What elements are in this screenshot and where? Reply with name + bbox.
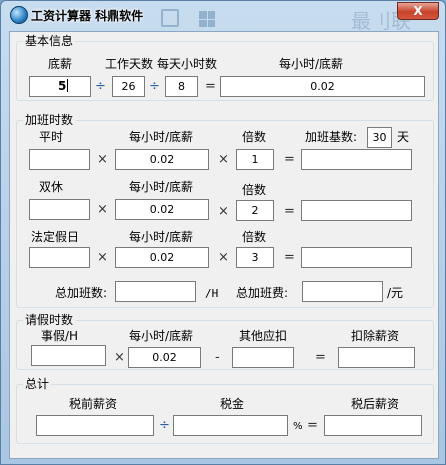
overtime-hours-input-holiday[interactable] (29, 247, 90, 268)
background-grid-icon (199, 11, 215, 27)
leave-hourly-label: 每小时/底薪 (129, 329, 194, 343)
overtime-row-hourly-label: 每小时/底薪 (129, 230, 194, 244)
divide-sign: ÷ (159, 418, 170, 433)
leave-title: 请假时数 (23, 312, 76, 328)
overtime-hours-input-regular[interactable] (29, 149, 90, 170)
close-button[interactable]: X (397, 2, 439, 20)
overtime-hourly-input-weekend[interactable]: 0.02 (115, 199, 209, 220)
deduct-salary-label: 扣除薪资 (351, 329, 400, 343)
overtime-hourly-input-holiday[interactable]: 0.02 (115, 247, 209, 268)
equals-sign: = (284, 204, 295, 219)
overtime-hourly-input-regular[interactable]: 0.02 (115, 149, 209, 170)
text-cursor (67, 79, 69, 92)
app-icon (10, 6, 28, 24)
times-sign: × (218, 250, 229, 265)
times-sign: × (97, 152, 108, 167)
times-sign: × (97, 250, 108, 265)
overtime-row-hourly-label: 每小时/底薪 (129, 180, 194, 194)
base-salary-label: 底薪 (48, 57, 73, 71)
divide-sign-2: ÷ (149, 79, 160, 94)
minus-sign: - (215, 350, 220, 365)
overtime-row-label-weekend: 双休 (39, 180, 64, 194)
equals-sign: = (307, 418, 318, 433)
equals-sign: = (284, 250, 295, 265)
times-sign: × (114, 350, 125, 365)
work-days-input[interactable]: 26 (112, 76, 145, 97)
tax-input[interactable] (173, 415, 288, 436)
overtime-result-weekend[interactable] (301, 200, 412, 221)
overtime-row-label-regular: 平时 (39, 130, 64, 144)
leave-hours-label: 事假/H (41, 329, 79, 343)
aftertax-salary-label: 税后薪资 (351, 397, 400, 411)
base-salary-input[interactable]: 5 (29, 76, 91, 97)
percent-sign: % (293, 421, 303, 432)
overtime-result-regular[interactable] (301, 149, 412, 170)
background-document-icon (161, 9, 179, 27)
total-overtime-hours-unit: /H (205, 287, 219, 300)
overtime-row-hourly-label: 每小时/底薪 (129, 130, 194, 144)
equals-sign: = (315, 350, 326, 365)
overtime-group: 加班时数 加班基数: 30 天 平时 每小时/底薪 倍数 × 0.02 × 1 … (16, 112, 434, 308)
pretax-salary-label: 税前薪资 (69, 397, 118, 411)
daily-hours-label: 每天小时数 (157, 57, 218, 71)
pretax-salary-output[interactable] (36, 415, 154, 436)
tax-label: 税金 (220, 397, 245, 411)
total-overtime-fee-unit: /元 (387, 286, 404, 300)
main-panel: 基本信息 底薪 5 ÷ 工作天数 26 ÷ 每天小时数 8 = 每小时/底薪 0… (9, 31, 439, 459)
hourly-rate-output[interactable]: 0.02 (220, 76, 425, 97)
overtime-row-mult-label: 倍数 (242, 230, 267, 244)
total-overtime-fee-label: 总加班费: (236, 286, 289, 300)
times-sign: × (218, 152, 229, 167)
total-title: 总计 (23, 376, 52, 392)
overtime-base-label: 加班基数: (305, 130, 358, 144)
hourly-rate-label: 每小时/底薪 (279, 57, 344, 71)
work-days-label: 工作天数 (105, 57, 154, 71)
title-bar[interactable]: 工资计算器 科鼎软件 最刂联 X (1, 1, 445, 33)
other-deduction-input[interactable] (232, 347, 294, 368)
aftertax-salary-output[interactable] (324, 415, 422, 436)
app-window: 工资计算器 科鼎软件 最刂联 X 基本信息 底薪 5 ÷ 工作天数 26 ÷ 每… (0, 0, 446, 465)
total-overtime-hours-output[interactable] (115, 281, 196, 302)
times-sign: × (97, 202, 108, 217)
deduct-salary-output[interactable] (338, 347, 415, 368)
daily-hours-input[interactable]: 8 (165, 76, 198, 97)
leave-hourly-input[interactable]: 0.02 (128, 347, 201, 368)
overtime-base-unit: 天 (397, 130, 410, 144)
total-overtime-fee-output[interactable] (302, 281, 383, 302)
window-title: 工资计算器 科鼎软件 (31, 9, 144, 23)
overtime-hours-input-weekend[interactable] (29, 199, 90, 220)
overtime-row-mult-label: 倍数 (242, 130, 267, 144)
overtime-row-label-holiday: 法定假日 (31, 230, 80, 244)
equals-sign: = (205, 79, 216, 94)
basic-info-title: 基本信息 (23, 33, 76, 49)
overtime-mult-input-holiday[interactable]: 3 (236, 247, 274, 268)
total-group: 总计 税前薪资 ÷ 税金 % = 税后薪资 (16, 376, 434, 444)
overtime-title: 加班时数 (23, 112, 76, 128)
times-sign: × (218, 204, 229, 219)
divide-sign-1: ÷ (95, 79, 106, 94)
other-deduction-label: 其他应扣 (239, 329, 288, 343)
leave-hours-input[interactable] (31, 345, 106, 366)
overtime-mult-input-weekend[interactable]: 2 (236, 200, 274, 221)
overtime-base-input[interactable]: 30 (367, 127, 392, 148)
equals-sign: = (284, 152, 295, 167)
overtime-row-mult-label: 倍数 (242, 183, 267, 197)
basic-info-group: 基本信息 底薪 5 ÷ 工作天数 26 ÷ 每天小时数 8 = 每小时/底薪 0… (16, 33, 434, 101)
base-salary-value: 5 (58, 79, 67, 93)
overtime-mult-input-regular[interactable]: 1 (236, 149, 274, 170)
leave-group: 请假时数 事假/H × 每小时/底薪 0.02 - 其他应扣 = 扣除薪资 (16, 312, 434, 370)
overtime-result-holiday[interactable] (301, 247, 412, 268)
total-overtime-hours-label: 总加班数: (55, 286, 108, 300)
